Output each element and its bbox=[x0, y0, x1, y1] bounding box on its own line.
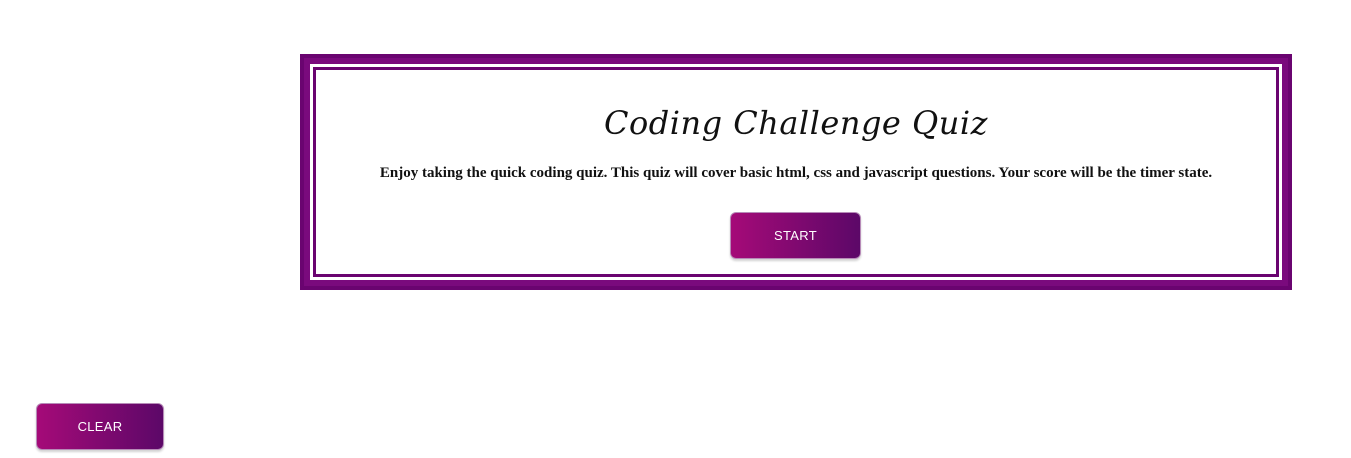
quiz-description: Enjoy taking the quick coding quiz. This… bbox=[379, 165, 1213, 181]
clear-button[interactable]: CLEAR bbox=[36, 403, 164, 450]
quiz-card: Coding Challenge Quiz Enjoy taking the q… bbox=[300, 54, 1292, 290]
quiz-title: Coding Challenge Quiz bbox=[604, 104, 988, 142]
start-button[interactable]: START bbox=[730, 212, 861, 259]
